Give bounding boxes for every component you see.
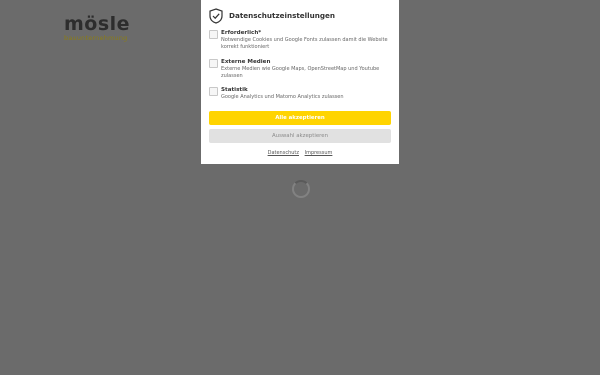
option-title: Statistik bbox=[221, 87, 248, 93]
loading-spinner-icon bbox=[292, 180, 310, 198]
accept-selection-button[interactable]: Auswahl akzeptieren bbox=[209, 129, 391, 143]
option-title: Externe Medien bbox=[221, 59, 271, 65]
external-media-checkbox[interactable] bbox=[209, 59, 218, 68]
company-logo[interactable]: mösle bauunternehmung bbox=[64, 13, 148, 42]
dialog-footer-links: Datenschutz Impressum bbox=[201, 150, 399, 157]
privacy-link[interactable]: Datenschutz bbox=[268, 150, 299, 156]
logo-wordmark: mösle bbox=[64, 13, 131, 35]
shield-check-icon bbox=[209, 8, 223, 24]
option-title: Erforderlich* bbox=[221, 30, 262, 36]
dialog-title: Datenschutzeinstellungen bbox=[229, 11, 335, 20]
logo-tagline: bauunternehmung bbox=[64, 34, 128, 42]
option-description: Google Analytics und Matomo Analytics zu… bbox=[221, 94, 344, 100]
statistics-checkbox[interactable] bbox=[209, 87, 218, 96]
option-description: Externe Medien wie Google Maps, OpenStre… bbox=[221, 66, 380, 79]
dialog-header: Datenschutzeinstellungen bbox=[209, 8, 335, 24]
required-checkbox[interactable] bbox=[209, 30, 218, 39]
accept-all-button[interactable]: Alle akzeptieren bbox=[209, 111, 391, 125]
cookie-consent-dialog: Datenschutzeinstellungen Erforderlich* N… bbox=[201, 0, 399, 164]
option-description: Notwendige Cookies und Google Fonts zula… bbox=[221, 37, 388, 50]
imprint-link[interactable]: Impressum bbox=[305, 150, 333, 156]
